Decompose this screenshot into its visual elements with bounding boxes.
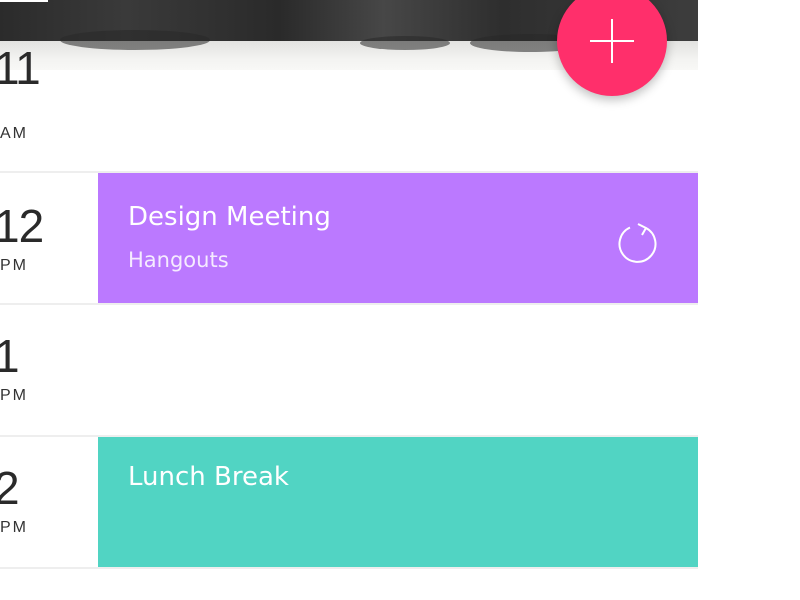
time-period: AM: [0, 125, 28, 142]
timeline-row-1pm: 1 PM: [0, 305, 698, 437]
event-title: Design Meeting: [128, 202, 331, 232]
timeline-row-2pm: 2 PM Lunch Break: [0, 437, 698, 569]
time-period: PM: [0, 257, 28, 274]
time-label: 12 PM: [0, 173, 98, 305]
event-location: Hangouts: [128, 248, 229, 272]
time-label: 2 PM: [0, 437, 98, 569]
time-period: PM: [0, 519, 28, 536]
time-hour: 1: [0, 330, 20, 382]
time-hour: 11: [0, 42, 41, 94]
row-separator: [0, 567, 698, 569]
time-label: 1 PM: [0, 305, 98, 437]
plus-icon: [590, 19, 634, 63]
calendar-day-view: 11 AM 12 PM Design Meeting Hangouts 1 PM: [0, 0, 800, 600]
timeline-row-12pm: 12 PM Design Meeting Hangouts: [0, 173, 698, 305]
repeat-icon[interactable]: [616, 221, 660, 265]
time-hour: 2: [0, 462, 20, 514]
time-period: PM: [0, 387, 28, 404]
time-label: 11 AM: [0, 41, 98, 173]
header-tab-indicator: [0, 0, 48, 2]
time-hour: 12: [0, 200, 44, 252]
event-title: Lunch Break: [128, 462, 289, 492]
event-card-design-meeting[interactable]: Design Meeting Hangouts: [98, 173, 698, 303]
event-card-lunch-break[interactable]: Lunch Break: [98, 437, 698, 567]
